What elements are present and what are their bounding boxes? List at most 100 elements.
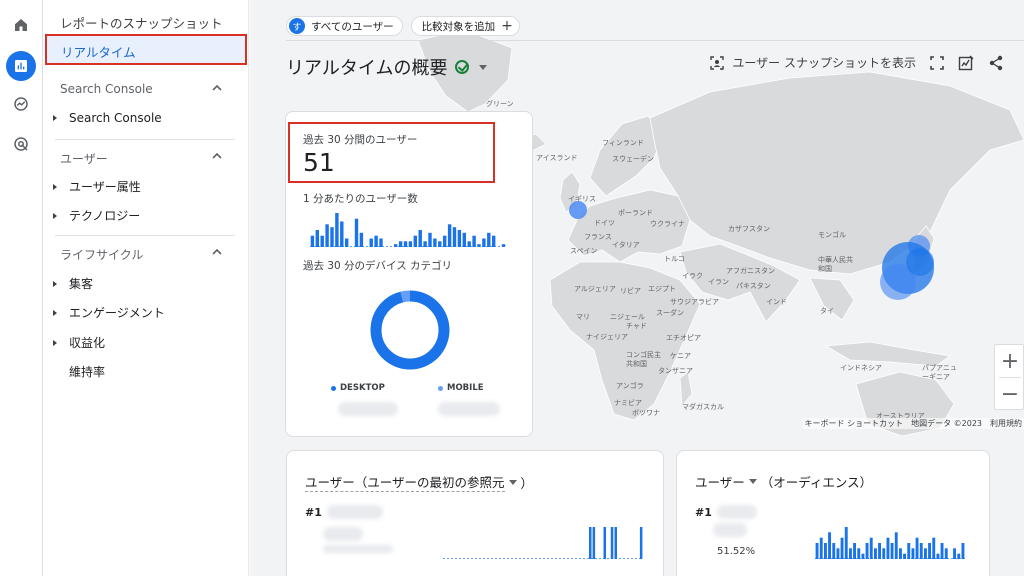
users-by-audience-sparkbar[interactable] <box>815 527 965 559</box>
chart-bar[interactable] <box>335 213 339 247</box>
explore-icon[interactable] <box>6 89 36 119</box>
chart-bar[interactable] <box>487 232 491 247</box>
chart-bar[interactable] <box>603 527 607 559</box>
chart-bar[interactable] <box>482 238 486 248</box>
chart-bar[interactable] <box>325 224 329 247</box>
keyboard-shortcuts-link[interactable]: キーボード ショートカット <box>805 418 904 429</box>
chart-bar[interactable] <box>924 548 927 559</box>
fullscreen-icon[interactable] <box>930 55 944 70</box>
sidebar-item-snapshot[interactable]: レポートのスナップショット <box>60 13 223 32</box>
chart-bar[interactable] <box>457 230 462 247</box>
sidebar-item-technology[interactable]: テクノロジー <box>53 207 140 224</box>
chart-bar[interactable] <box>330 227 334 247</box>
sidebar-item-engagement[interactable]: エンゲージメント <box>53 304 165 321</box>
home-icon[interactable] <box>6 10 36 40</box>
audience-chip[interactable]: す すべてのユーザー <box>286 16 403 36</box>
chart-bar[interactable] <box>861 553 865 559</box>
chart-bar[interactable] <box>413 235 417 247</box>
sidebar-item-acquisition[interactable]: 集客 <box>53 275 93 292</box>
map-user-marker[interactable] <box>906 248 934 276</box>
share-icon[interactable] <box>988 55 1004 71</box>
chart-bar[interactable] <box>874 548 877 559</box>
chart-bar[interactable] <box>899 548 902 559</box>
section-users[interactable]: ユーザー <box>60 150 236 167</box>
chart-bar[interactable] <box>345 238 349 248</box>
chart-bar[interactable] <box>447 224 452 247</box>
sidebar-item-retention[interactable]: 維持率 <box>53 363 105 380</box>
chart-bar[interactable] <box>589 527 592 559</box>
dropdown-arrow-icon[interactable] <box>479 64 488 70</box>
chart-bar[interactable] <box>501 244 506 247</box>
chart-bar[interactable] <box>408 241 413 247</box>
chart-bar[interactable] <box>953 548 956 559</box>
chart-bar[interactable] <box>894 532 898 559</box>
chart-bar[interactable] <box>369 238 373 248</box>
section-lifecycle[interactable]: ライフサイクル <box>60 246 236 263</box>
chart-bar[interactable] <box>354 218 359 247</box>
section-search-console[interactable]: Search Console <box>60 82 236 96</box>
chart-bar[interactable] <box>844 527 848 559</box>
chart-bar[interactable] <box>869 537 873 559</box>
chart-bar[interactable] <box>832 543 836 559</box>
chart-bar[interactable] <box>592 527 596 559</box>
chart-bar[interactable] <box>340 221 344 248</box>
chart-bar[interactable] <box>903 553 906 559</box>
chart-bar[interactable] <box>438 241 442 247</box>
chart-bar[interactable] <box>815 543 819 559</box>
chart-bar[interactable] <box>940 543 944 559</box>
chart-bar[interactable] <box>610 527 614 559</box>
chart-bar[interactable] <box>911 548 915 559</box>
chart-bar[interactable] <box>423 241 427 247</box>
add-comparison-button[interactable]: 比較対象を追加 + <box>410 16 520 36</box>
chart-bar[interactable] <box>315 230 319 247</box>
chart-bar[interactable] <box>824 543 827 559</box>
advertising-icon[interactable] <box>6 129 36 159</box>
chart-bar[interactable] <box>467 241 471 247</box>
users-per-minute-chart[interactable] <box>310 213 506 247</box>
chart-bar[interactable] <box>915 537 919 559</box>
chart-bar[interactable] <box>394 244 398 247</box>
chart-bar[interactable] <box>477 244 481 247</box>
chart-bar[interactable] <box>857 548 861 559</box>
chart-bar[interactable] <box>928 543 931 559</box>
chart-bar[interactable] <box>961 543 965 559</box>
device-category-donut[interactable] <box>368 288 452 372</box>
chart-bar[interactable] <box>428 232 432 247</box>
chart-bar[interactable] <box>452 227 457 247</box>
chart-bar[interactable] <box>639 527 643 559</box>
chart-bar[interactable] <box>379 238 383 248</box>
zoom-out-button[interactable]: − <box>995 378 1024 410</box>
chart-bar[interactable] <box>320 235 324 247</box>
chart-bar[interactable] <box>443 235 447 247</box>
chart-bar[interactable] <box>374 235 378 247</box>
zoom-in-button[interactable]: + <box>995 345 1024 377</box>
reports-icon[interactable] <box>6 51 36 81</box>
chart-bar[interactable] <box>462 232 466 247</box>
chart-bar[interactable] <box>878 543 881 559</box>
chart-bar[interactable] <box>849 548 852 559</box>
chart-bar[interactable] <box>359 232 364 247</box>
dropdown-arrow-icon[interactable] <box>748 479 757 484</box>
customize-report-icon[interactable] <box>958 55 974 71</box>
chart-bar[interactable] <box>865 543 869 559</box>
chart-bar[interactable] <box>418 230 422 247</box>
chart-bar[interactable] <box>819 537 823 559</box>
sidebar-item-realtime[interactable]: リアルタイム <box>45 34 247 65</box>
chart-bar[interactable] <box>932 537 936 559</box>
chart-bar[interactable] <box>433 238 437 248</box>
chart-bar[interactable] <box>310 235 315 247</box>
dropdown-arrow-icon[interactable] <box>508 479 517 485</box>
chart-bar[interactable] <box>890 543 894 559</box>
chart-bar[interactable] <box>919 543 923 559</box>
chart-bar[interactable] <box>492 235 496 247</box>
chart-bar[interactable] <box>836 548 840 559</box>
chart-bar[interactable] <box>944 548 948 559</box>
chart-bar[interactable] <box>614 527 618 559</box>
metric-selector[interactable]: ユーザー <box>695 472 745 491</box>
chart-bar[interactable] <box>882 548 886 559</box>
chart-bar[interactable] <box>472 235 476 247</box>
user-snapshot-button[interactable]: ユーザー スナップショットを表示 <box>710 54 916 71</box>
chart-bar[interactable] <box>957 553 961 559</box>
chart-bar[interactable] <box>840 537 844 559</box>
sidebar-item-search-console[interactable]: Search Console <box>53 111 162 125</box>
